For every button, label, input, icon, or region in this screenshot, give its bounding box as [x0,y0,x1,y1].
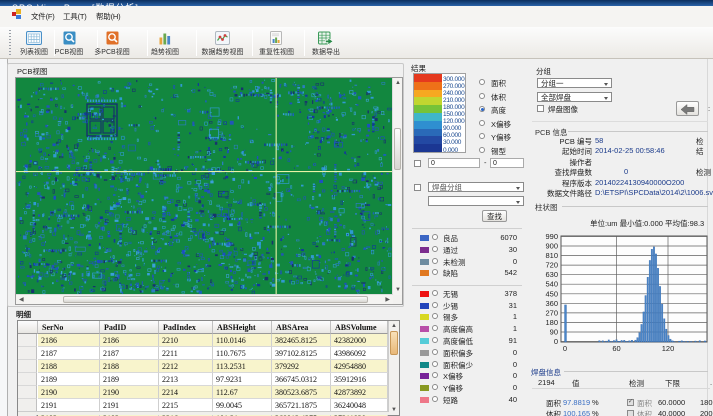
svg-text:900: 900 [545,242,558,251]
svg-text:450: 450 [545,289,558,298]
svg-text:360: 360 [545,299,558,308]
svg-text:810: 810 [545,251,558,260]
svg-text:0: 0 [554,337,558,346]
svg-text:720: 720 [545,261,558,270]
svg-text:60: 60 [612,344,620,353]
svg-text:990: 990 [545,232,558,241]
svg-text:540: 540 [545,280,558,289]
svg-text:630: 630 [545,270,558,279]
svg-text:90: 90 [550,328,558,337]
svg-text:0: 0 [563,344,567,353]
svg-text:120: 120 [662,344,675,353]
svg-text:270: 270 [545,308,558,317]
svg-text:180: 180 [545,318,558,327]
